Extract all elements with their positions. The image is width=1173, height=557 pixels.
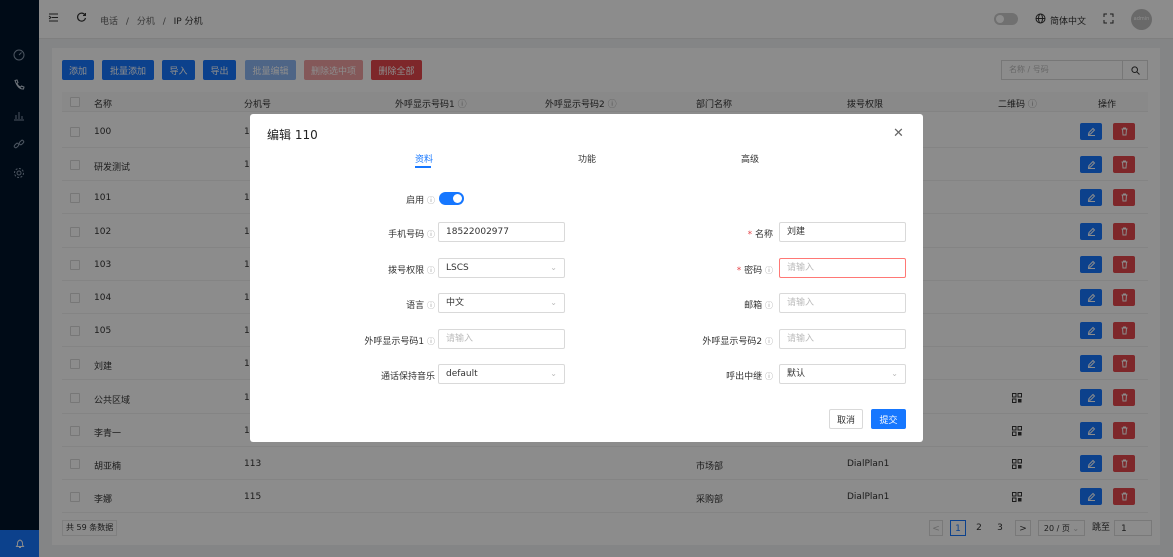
- hold-music-select[interactable]: default ⌄: [438, 364, 565, 384]
- caller1-label: 外呼显示号码1 ⓘ: [364, 337, 435, 347]
- caller1-input[interactable]: 请输入: [438, 329, 565, 349]
- mobile-input[interactable]: 18522002977: [438, 222, 565, 242]
- help-icon: ⓘ: [427, 337, 435, 346]
- chevron-down-icon: ⌄: [891, 369, 898, 378]
- dial-perm-select[interactable]: LSCS ⌄: [438, 258, 565, 278]
- name-label: * 名称: [747, 230, 773, 240]
- edit-extension-modal: 编辑 110 ✕ 资料 功能 高级 启用 ⓘ 手机号码 ⓘ 1852200297…: [250, 114, 923, 442]
- help-icon: ⓘ: [427, 301, 435, 310]
- mobile-label: 手机号码 ⓘ: [388, 230, 435, 240]
- chevron-down-icon: ⌄: [550, 298, 557, 307]
- trunk-label: 呼出中继 ⓘ: [726, 372, 773, 382]
- tab-functions[interactable]: 功能: [578, 152, 596, 165]
- submit-button[interactable]: 提交: [871, 409, 906, 429]
- caller2-label: 外呼显示号码2 ⓘ: [702, 337, 773, 347]
- tab-advanced[interactable]: 高级: [741, 152, 759, 165]
- dial-perm-label: 拨号权限 ⓘ: [388, 266, 435, 276]
- enable-label: 启用 ⓘ: [406, 196, 435, 206]
- hold-music-label: 通话保持音乐: [380, 372, 435, 382]
- chevron-down-icon: ⌄: [550, 369, 557, 378]
- email-input[interactable]: 请输入: [779, 293, 906, 313]
- help-icon: ⓘ: [427, 230, 435, 239]
- modal-title: 编辑 110: [267, 128, 318, 142]
- tab-active-indicator: [415, 166, 431, 168]
- language-select[interactable]: 中文 ⌄: [438, 293, 565, 313]
- help-icon: ⓘ: [765, 266, 773, 275]
- chevron-down-icon: ⌄: [550, 263, 557, 272]
- help-icon: ⓘ: [765, 337, 773, 346]
- tab-profile[interactable]: 资料: [415, 152, 433, 165]
- help-icon: ⓘ: [765, 301, 773, 310]
- password-label: * 密码 ⓘ: [736, 266, 773, 276]
- help-icon: ⓘ: [427, 266, 435, 275]
- help-icon: ⓘ: [765, 372, 773, 381]
- help-icon: ⓘ: [427, 196, 435, 205]
- enable-switch[interactable]: [439, 192, 464, 205]
- close-icon[interactable]: ✕: [893, 127, 904, 140]
- name-input[interactable]: 刘建: [779, 222, 906, 242]
- email-label: 邮箱 ⓘ: [744, 301, 773, 311]
- language-label: 语言 ⓘ: [406, 301, 435, 311]
- trunk-select[interactable]: 默认 ⌄: [779, 364, 906, 384]
- password-input[interactable]: 请输入: [779, 258, 906, 278]
- cancel-button[interactable]: 取消: [829, 409, 863, 429]
- caller2-input[interactable]: 请输入: [779, 329, 906, 349]
